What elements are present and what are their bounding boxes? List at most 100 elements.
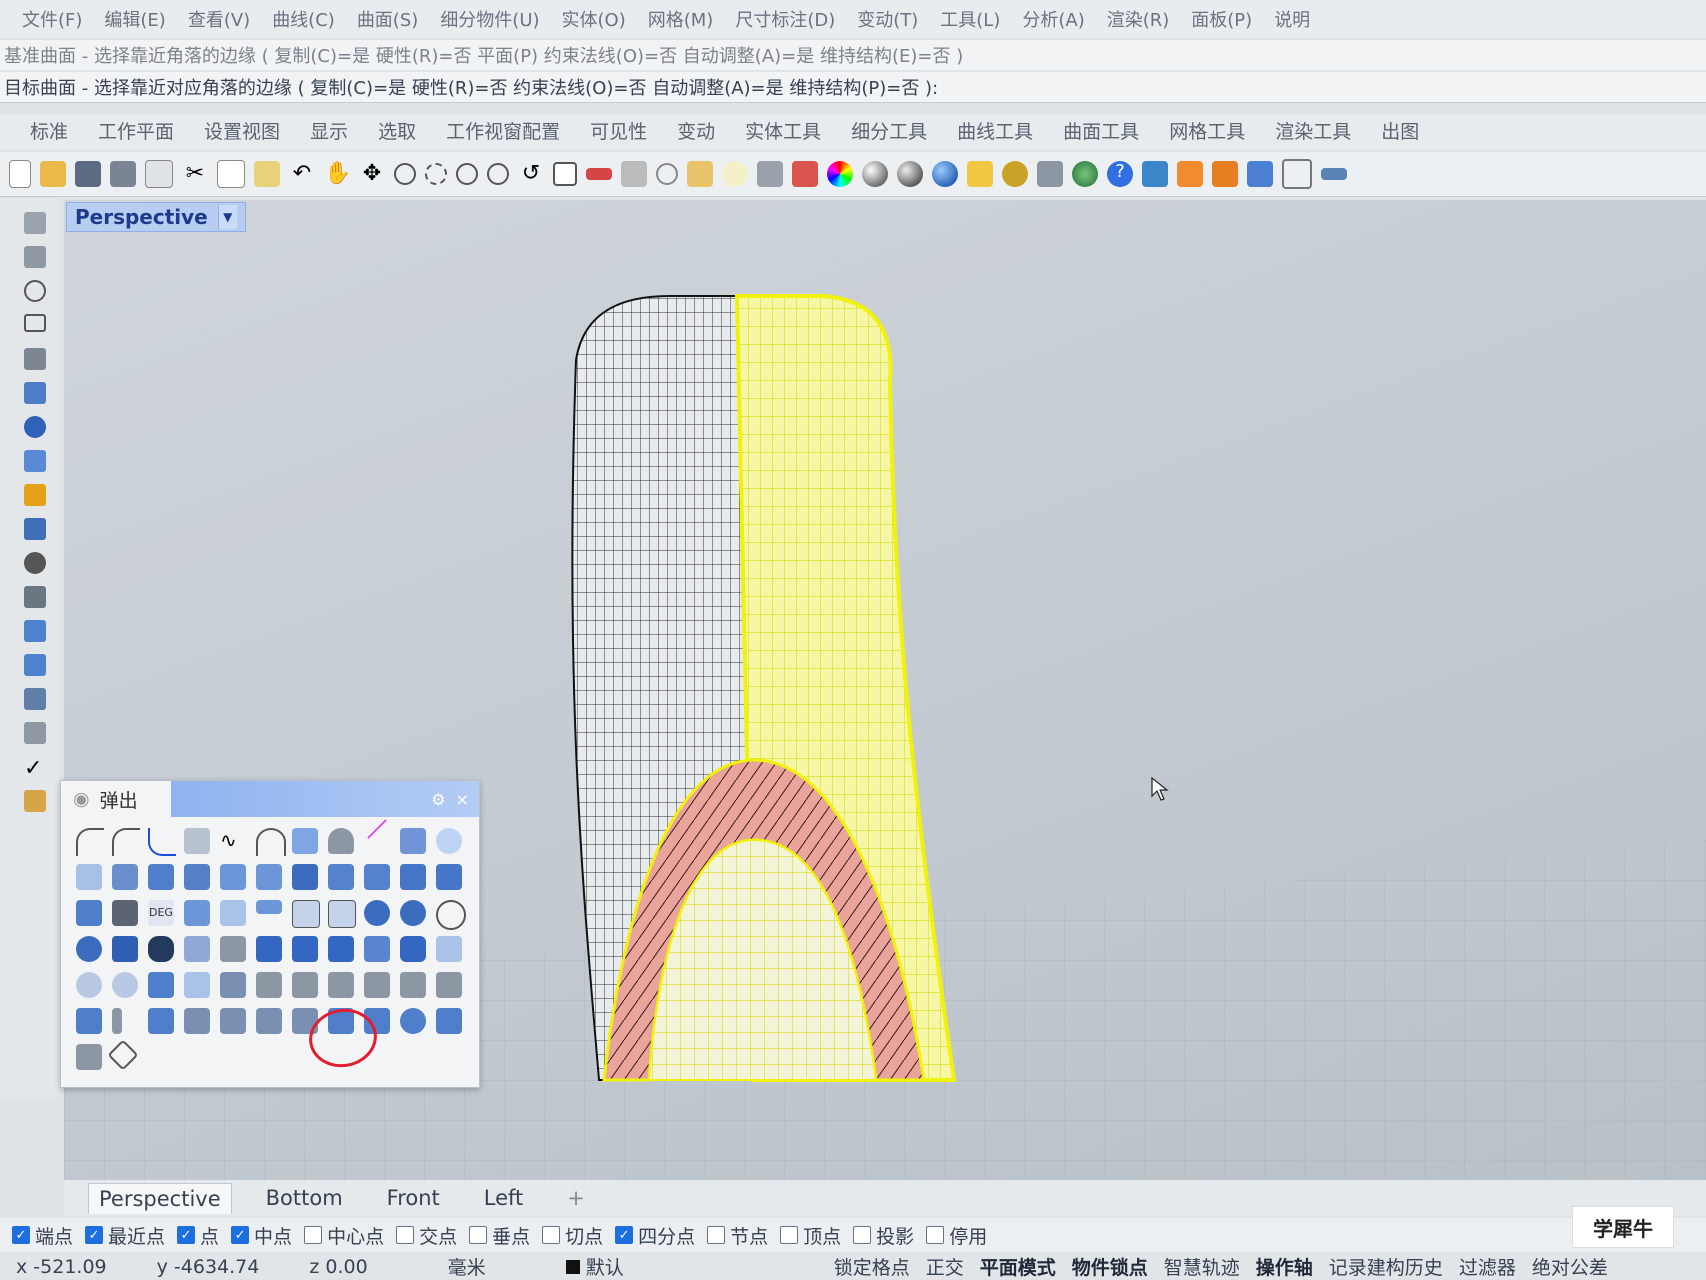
copy-page-icon[interactable]	[145, 160, 173, 188]
cylinder-icon[interactable]	[400, 936, 426, 962]
osnap-checkbox[interactable]: ✓	[12, 1226, 30, 1244]
cube2-icon[interactable]	[292, 936, 318, 962]
tube-icon[interactable]	[76, 972, 102, 998]
person-icon[interactable]	[328, 828, 354, 854]
globe-icon[interactable]	[1072, 161, 1098, 187]
osnap-checkbox[interactable]	[926, 1226, 945, 1244]
box-icon[interactable]	[112, 936, 138, 962]
four-viewports-icon[interactable]	[553, 162, 577, 186]
osnap-3[interactable]: ✓ 中点	[231, 1222, 292, 1249]
stack-icon[interactable]	[112, 1008, 122, 1034]
status-record-history[interactable]: 记录建构历史	[1329, 1253, 1443, 1280]
pan-hand-icon[interactable]: ✋	[324, 161, 351, 187]
menu-dimension[interactable]: 尺寸标注(D)	[735, 6, 835, 32]
tab-subd-tools[interactable]: 细分工具	[851, 117, 927, 150]
osnap-4[interactable]: 中心点	[304, 1222, 384, 1249]
copy-icon[interactable]	[217, 160, 245, 188]
intersect-icon[interactable]	[436, 900, 466, 930]
cage-icon[interactable]	[220, 936, 246, 962]
osnap-checkbox[interactable]	[304, 1226, 323, 1244]
loft-icon[interactable]	[292, 864, 318, 890]
rail-revolve-icon[interactable]	[364, 864, 390, 890]
plane-surface-icon[interactable]	[148, 972, 174, 998]
zoom-selected-icon[interactable]	[487, 163, 509, 185]
open-folder-icon[interactable]	[40, 161, 66, 187]
check-icon[interactable]: ✓	[24, 756, 46, 781]
menu-panels[interactable]: 面板(P)	[1191, 6, 1252, 32]
tab-viewport-layout[interactable]: 工作视窗配置	[446, 117, 560, 150]
menu-file[interactable]: 文件(F)	[22, 6, 82, 32]
render-sphere-icon[interactable]	[932, 161, 958, 187]
tab-bottom[interactable]: Bottom	[256, 1183, 353, 1213]
menu-render[interactable]: 渲染(R)	[1107, 6, 1170, 32]
sweep2-icon[interactable]	[256, 864, 282, 890]
network-icon[interactable]	[256, 972, 282, 998]
tab-display[interactable]: 显示	[310, 117, 348, 150]
fence-icon[interactable]	[256, 900, 282, 914]
symmetry-icon[interactable]	[220, 1008, 246, 1034]
planar-surface-icon[interactable]	[24, 450, 46, 472]
status-planar[interactable]: 平面模式	[980, 1253, 1056, 1280]
menu-curve[interactable]: 曲线(C)	[272, 6, 335, 32]
menu-solid[interactable]: 实体(O)	[562, 6, 626, 32]
menu-view[interactable]: 查看(V)	[188, 6, 250, 32]
tab-cplanes[interactable]: 工作平面	[98, 117, 174, 150]
match-curve-icon[interactable]	[184, 828, 210, 854]
menu-mesh[interactable]: 网格(M)	[648, 6, 714, 32]
difference-icon[interactable]	[400, 900, 426, 926]
options-gear-icon[interactable]	[1002, 161, 1028, 187]
surface-blend-icon[interactable]	[292, 828, 318, 854]
circle-icon[interactable]	[24, 280, 46, 302]
osnap-checkbox[interactable]	[396, 1226, 415, 1244]
explode-icon[interactable]	[24, 484, 46, 506]
rebuild-icon[interactable]	[400, 1008, 426, 1034]
trim-icon[interactable]	[292, 900, 320, 928]
osnap-2[interactable]: ✓ 点	[177, 1222, 219, 1249]
osnap-12[interactable]: 停用	[926, 1222, 987, 1249]
surface-icon[interactable]	[24, 382, 46, 404]
polyhedron-icon[interactable]	[148, 936, 174, 962]
osnap-checkbox[interactable]	[780, 1226, 799, 1244]
color-wheel-icon[interactable]	[827, 161, 853, 187]
pin-surface-icon[interactable]	[148, 864, 174, 890]
command-prompt[interactable]: 目标曲面 - 选择靠近对应角落的边缘 ( 复制(C)=是 硬性(R)=否 约束法…	[0, 72, 1706, 103]
sphere-icon[interactable]	[24, 416, 46, 438]
dimension-tool-icon[interactable]	[24, 688, 46, 710]
status-filter[interactable]: 过滤器	[1459, 1253, 1516, 1280]
panel-icon[interactable]	[436, 936, 462, 962]
close-icon[interactable]: ×	[456, 790, 469, 809]
osnap-checkbox[interactable]	[853, 1226, 872, 1244]
gear-icon[interactable]: ⚙	[431, 790, 445, 809]
viewport-title[interactable]: Perspective ▼	[66, 202, 246, 232]
flow-icon[interactable]	[436, 864, 462, 890]
offset-icon[interactable]	[220, 900, 246, 926]
popup-toolbar[interactable]: ◉ 弹出 ⚙ × ∿ DEG	[60, 780, 480, 1088]
pin-icon[interactable]: ◉	[73, 788, 90, 810]
extrude-icon[interactable]	[24, 518, 46, 540]
flat-box-icon[interactable]	[184, 936, 210, 962]
tab-perspective[interactable]: Perspective	[88, 1182, 232, 1214]
menu-transform[interactable]: 变动(T)	[857, 6, 918, 32]
new-file-icon[interactable]	[9, 160, 31, 188]
osnap-11[interactable]: 投影	[853, 1222, 914, 1249]
osnap-checkbox[interactable]: ✓	[85, 1226, 104, 1244]
fillet-curve-icon[interactable]	[148, 828, 176, 856]
osnap-10[interactable]: 顶点	[780, 1222, 841, 1249]
cube-icon[interactable]	[256, 936, 282, 962]
osnap-6[interactable]: 垂点	[469, 1222, 530, 1249]
status-grid-snap[interactable]: 锁定格点	[834, 1253, 910, 1280]
undo-icon[interactable]: ↶	[289, 161, 315, 187]
spotlight-icon[interactable]	[967, 161, 993, 187]
osnap-0[interactable]: ✓ 端点	[12, 1222, 73, 1249]
split-symmetry-icon[interactable]	[256, 1008, 282, 1034]
render-tool-icon[interactable]	[24, 790, 46, 812]
arc-curve-icon[interactable]	[256, 828, 286, 856]
curve-icon[interactable]	[112, 828, 140, 856]
ring-icon[interactable]	[112, 972, 138, 998]
line-icon[interactable]	[367, 819, 387, 839]
menu-help[interactable]: 说明	[1274, 6, 1310, 32]
tab-select[interactable]: 选取	[378, 117, 416, 150]
select-icon[interactable]	[656, 163, 678, 185]
bend-icon[interactable]	[184, 864, 210, 890]
osnap-9[interactable]: 节点	[707, 1222, 768, 1249]
